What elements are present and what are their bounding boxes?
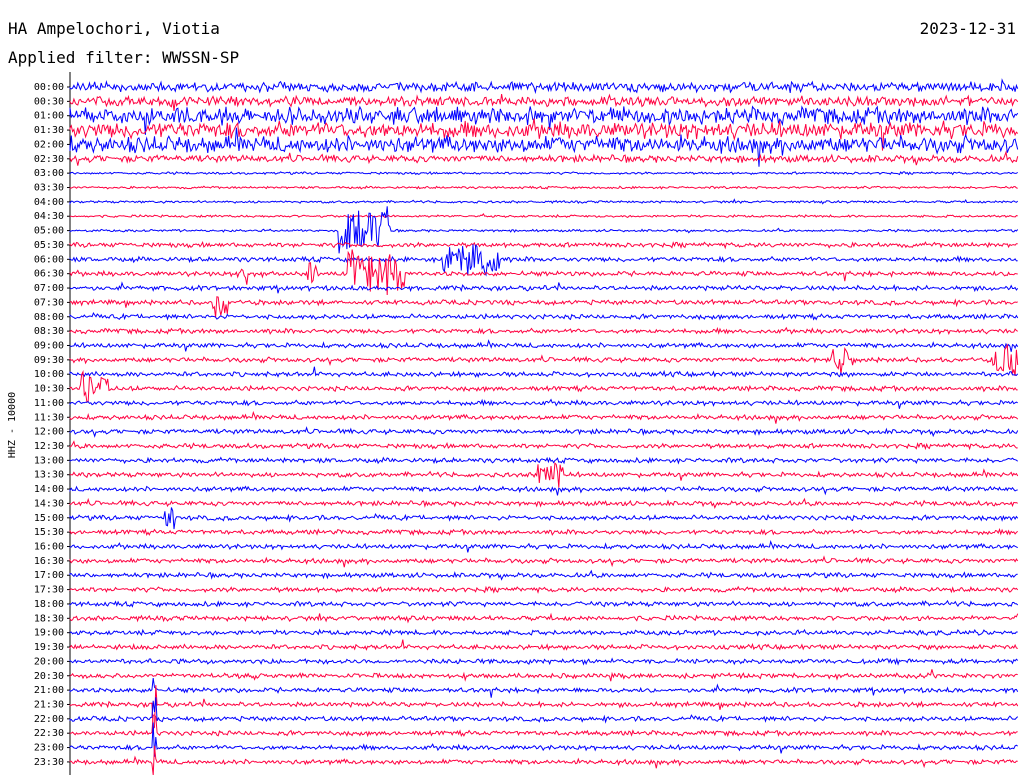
row-label-0030: 00:30 [34, 96, 64, 107]
trace-1100 [69, 398, 1018, 409]
row-label-2100: 21:00 [34, 685, 64, 696]
row-label-1130: 11:30 [34, 412, 64, 423]
row-label-2200: 22:00 [34, 714, 64, 725]
trace-1900 [69, 628, 1018, 637]
trace-0900 [69, 339, 1019, 352]
row-label-2130: 21:30 [34, 699, 64, 710]
trace-1300 [69, 456, 1019, 465]
row-label-2300: 23:00 [34, 743, 64, 754]
trace-0830 [69, 326, 1018, 336]
trace-1530 [69, 527, 1019, 537]
trace-0800 [69, 312, 1019, 321]
traces-layer [69, 78, 1019, 776]
row-label-0600: 06:00 [34, 254, 64, 265]
row-label-0930: 09:30 [34, 355, 64, 366]
row-label-1300: 13:00 [34, 455, 64, 466]
trace-0430 [69, 213, 1018, 219]
row-label-1400: 14:00 [34, 484, 64, 495]
row-label-1630: 16:30 [34, 556, 64, 567]
row-label-0300: 03:00 [34, 168, 64, 179]
row-label-1730: 17:30 [34, 585, 64, 596]
trace-0700 [69, 281, 1019, 294]
trace-0030 [69, 93, 1019, 112]
trace-2330 [69, 745, 1018, 776]
trace-0230 [69, 150, 1019, 166]
row-label-0000: 00:00 [34, 82, 64, 93]
row-label-0200: 02:00 [34, 139, 64, 150]
trace-1630 [69, 555, 1019, 568]
row-label-1930: 19:30 [34, 642, 64, 653]
trace-2100 [69, 678, 1019, 698]
row-label-0700: 07:00 [34, 283, 64, 294]
trace-0600 [69, 244, 1018, 277]
row-label-1100: 11:00 [34, 398, 64, 409]
row-label-0130: 01:30 [34, 125, 64, 136]
trace-0530 [69, 241, 1018, 250]
trace-1700 [69, 569, 1018, 581]
row-label-0830: 08:30 [34, 326, 64, 337]
row-label-0500: 05:00 [34, 226, 64, 237]
trace-1330 [69, 462, 1019, 488]
row-label-0800: 08:00 [34, 312, 64, 323]
row-label-0430: 04:30 [34, 211, 64, 222]
row-label-1530: 15:30 [34, 527, 64, 538]
row-label-1200: 12:00 [34, 427, 64, 438]
row-label-0330: 03:30 [34, 183, 64, 194]
trace-1800 [69, 599, 1019, 609]
row-label-2000: 20:00 [34, 656, 64, 667]
trace-1730 [69, 585, 1019, 594]
row-label-0730: 07:30 [34, 297, 64, 308]
trace-0000 [69, 78, 1019, 95]
row-label-1230: 12:30 [34, 441, 64, 452]
row-label-0400: 04:00 [34, 197, 64, 208]
row-labels: 00:00 00:30 01:00 01:30 02:00 02:30 03:00 03:30… [34, 82, 64, 768]
trace-1430 [69, 497, 1018, 509]
row-label-1800: 18:00 [34, 599, 64, 610]
helicorder-chart: 00:00 00:30 01:00 01:30 02:00 02:30 03:00 03:30… [7, 72, 1019, 776]
trace-2000 [69, 657, 1019, 666]
row-label-2030: 20:30 [34, 671, 64, 682]
trace-0330 [69, 185, 1018, 190]
row-label-0530: 05:30 [34, 240, 64, 251]
trace-1200 [69, 426, 1019, 438]
row-label-1900: 19:00 [34, 628, 64, 639]
row-label-1500: 15:00 [34, 513, 64, 524]
trace-2030 [69, 669, 1018, 682]
axis-layer [67, 72, 71, 775]
row-label-0900: 09:00 [34, 340, 64, 351]
trace-1000 [69, 366, 1019, 379]
row-label-1000: 10:00 [34, 369, 64, 380]
trace-1130 [69, 410, 1019, 424]
row-label-0630: 06:30 [34, 269, 64, 280]
trace-1030 [69, 370, 1018, 403]
trace-2130 [69, 685, 1019, 730]
trace-0400 [69, 198, 1019, 205]
trace-0300 [69, 171, 1018, 176]
y-axis-label: HHZ - 10000 [7, 392, 18, 458]
trace-0730 [69, 296, 1018, 318]
row-label-0230: 02:30 [34, 154, 64, 165]
trace-0500 [69, 206, 1019, 254]
trace-1500 [69, 507, 1019, 530]
row-label-1830: 18:30 [34, 613, 64, 624]
trace-2200 [69, 697, 1019, 724]
row-label-1600: 16:00 [34, 542, 64, 553]
trace-2300 [69, 722, 1018, 757]
trace-1930 [69, 639, 1018, 651]
trace-1230 [69, 440, 1018, 451]
row-label-1700: 17:00 [34, 570, 64, 581]
row-label-2330: 23:30 [34, 757, 64, 768]
row-label-0100: 01:00 [34, 111, 64, 122]
row-label-1430: 14:30 [34, 498, 64, 509]
trace-1600 [69, 540, 1018, 553]
row-label-2230: 22:30 [34, 728, 64, 739]
trace-1830 [69, 612, 1019, 624]
row-label-1330: 13:30 [34, 470, 64, 481]
trace-1400 [69, 484, 1018, 496]
row-label-1030: 10:30 [34, 384, 64, 395]
trace-0930 [69, 343, 1019, 376]
